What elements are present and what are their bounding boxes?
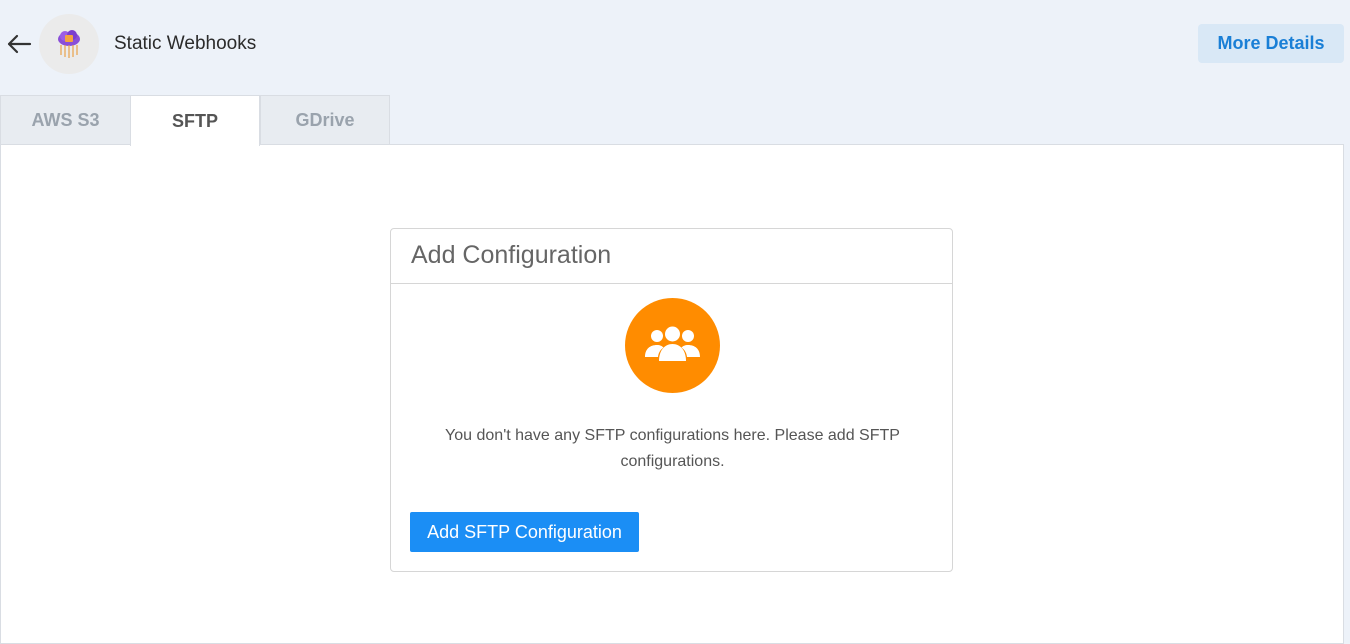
tab-gdrive[interactable]: GDrive [260,95,390,145]
empty-state-message: You don't have any SFTP configurations h… [445,427,900,470]
app-logo-icon [39,14,99,74]
add-sftp-configuration-button[interactable]: Add SFTP Configuration [410,512,639,552]
tab-sftp[interactable]: SFTP [130,95,260,146]
add-configuration-card: Add Configuration You don't have any SFT… [390,228,953,572]
tab-aws-s3[interactable]: AWS S3 [0,95,131,145]
more-details-button[interactable]: More Details [1198,24,1344,63]
back-arrow-icon[interactable] [6,31,32,57]
users-group-icon [625,298,720,393]
card-title: Add Configuration [391,229,952,284]
page-title: Static Webhooks [114,33,257,54]
page-header: Static Webhooks More Details [0,0,1350,90]
